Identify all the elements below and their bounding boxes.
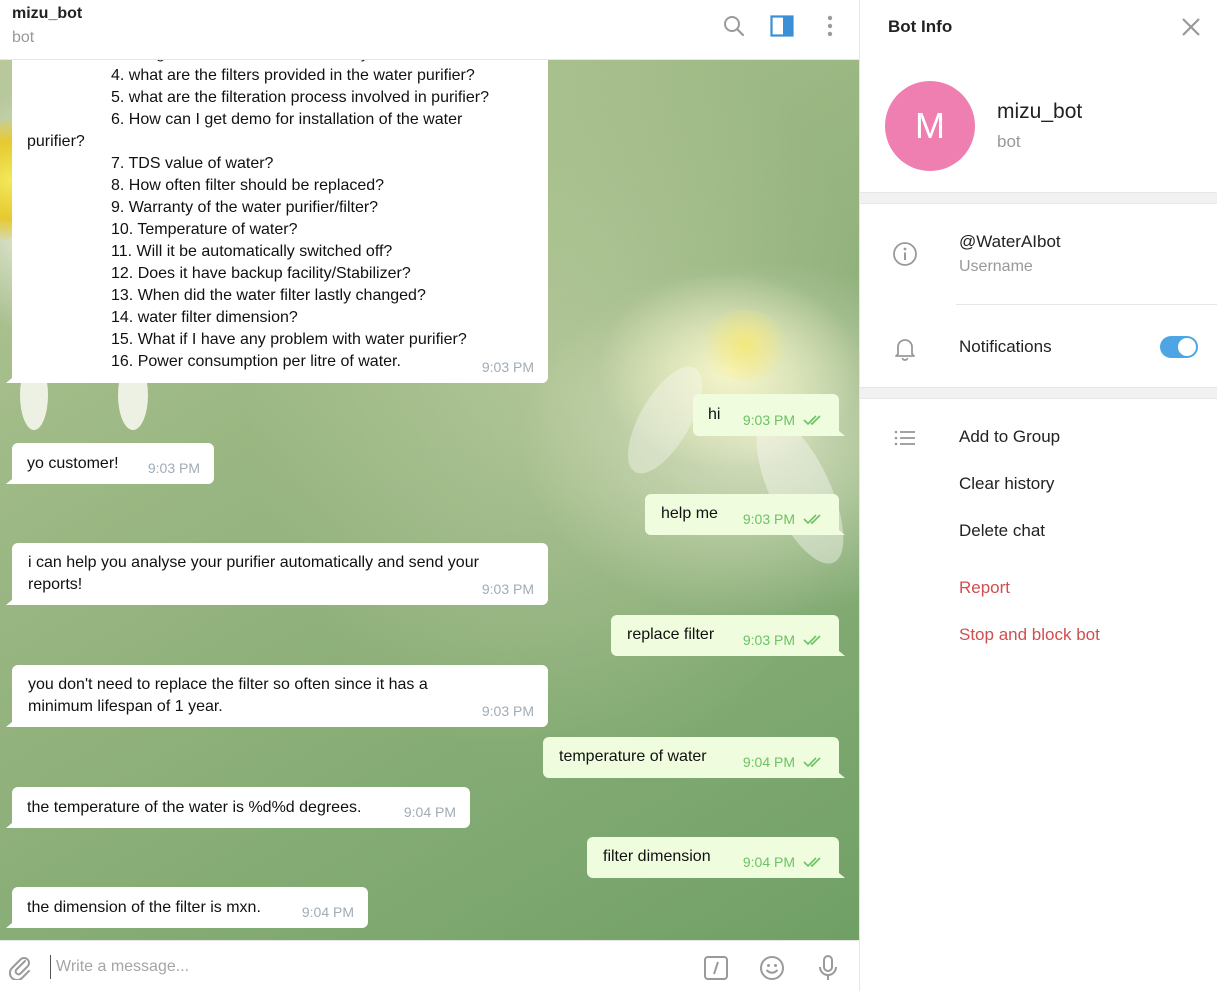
clear-history-button[interactable]: Clear history [959,474,1054,494]
message-time: 9:04 PM [403,804,456,820]
section-divider [860,192,1217,204]
message-time: 9:03 PM [481,359,534,375]
message-bubble-incoming[interactable]: the temperature of the water is %d%d deg… [6,787,470,828]
message-line: 8. How often filter should be replaced? [111,177,385,194]
more-vertical-icon[interactable] [817,13,843,39]
message-text: i can help you analyse your purifier aut… [28,554,479,593]
read-check-icon [803,857,821,868]
list-icon [892,425,918,451]
message-text: yo customer! [27,455,119,472]
chat-header: mizu_bot bot [0,0,859,60]
sidebar-toggle-icon[interactable] [769,13,795,39]
toggle-knob [1178,338,1196,356]
bot-info-panel: Bot Info M mizu_bot bot @WaterAIbot User… [859,0,1217,991]
message-text: you don't need to replace the filter so … [28,676,428,715]
read-check-icon [803,757,821,768]
add-to-group-button[interactable]: Add to Group [959,427,1060,447]
chat-status: bot [12,29,35,46]
message-line: 13. When did the water filter lastly cha… [111,287,426,304]
message-bubble-incoming[interactable]: the dimension of the filter is mxn. 9:04… [6,887,368,928]
paperclip-icon[interactable] [5,952,35,982]
read-check-icon [803,635,821,646]
message-meta: 9:03 PM [743,629,825,651]
message-bubble-incoming[interactable]: yo customer! 9:03 PM [6,443,214,484]
message-line: 10. Temperature of water? [111,221,298,238]
message-bubble-outgoing[interactable]: filter dimension 9:04 PM [587,837,845,878]
message-text: replace filter [627,626,715,643]
message-meta: 9:03 PM [482,578,534,600]
delete-chat-button[interactable]: Delete chat [959,521,1045,541]
message-meta: 9:03 PM [743,409,825,431]
profile-name: mizu_bot [997,100,1083,123]
message-bubble-outgoing[interactable]: temperature of water 9:04 PM [543,737,845,778]
message-meta: 9:04 PM [743,751,825,773]
message-time: 9:03 PM [742,511,795,527]
message-text: hi [708,406,721,423]
message-line: 6. How can I get demo for installation o… [111,111,463,128]
username-value[interactable]: @WaterAIbot [959,232,1061,252]
info-icon [892,241,918,267]
message-meta: 9:04 PM [302,901,354,923]
chat-column: mizu_bot bot 3. Weight of filter/Hardnes… [0,0,859,991]
message-text: filter dimension [603,848,711,865]
report-button[interactable]: Report [959,578,1010,598]
message-line: 14. water filter dimension? [111,309,298,326]
read-check-icon [803,514,821,525]
message-line: 11. Will it be automatically switched of… [111,243,393,260]
read-check-icon [803,415,821,426]
message-line: 5. what are the filteration process invo… [111,89,489,106]
message-meta: 9:03 PM [482,356,534,378]
message-line: 4. what are the filters provided in the … [111,67,475,84]
message-meta: 9:03 PM [482,700,534,722]
chat-title[interactable]: mizu_bot [12,5,82,23]
avatar: M [885,81,975,171]
section-divider [860,387,1217,399]
message-line: 15. What if I have any problem with wate… [111,331,467,348]
message-text: the dimension of the filter is mxn. [27,899,261,916]
close-icon[interactable] [1178,14,1204,40]
message-line: 7. TDS value of water? [111,155,274,172]
message-meta: 9:04 PM [743,851,825,873]
message-input[interactable] [50,955,670,979]
microphone-icon[interactable] [813,953,843,983]
search-icon[interactable] [721,13,747,39]
message-text: temperature of water [559,748,707,765]
username-label: Username [959,258,1033,275]
message-line: 16. Power consumption per litre of water… [111,353,401,370]
emoji-icon[interactable] [757,953,787,983]
message-time: 9:03 PM [147,460,200,476]
divider [956,304,1217,305]
message-time: 9:04 PM [742,754,795,770]
compose-bar [0,940,859,991]
profile-status: bot [997,132,1021,151]
message-text: the temperature of the water is %d%d deg… [27,799,362,816]
message-line: 12. Does it have backup facility/Stabili… [111,265,411,282]
message-line: purifier? [27,133,85,150]
message-meta: 9:03 PM [148,457,200,479]
message-time: 9:03 PM [742,412,795,428]
message-time: 9:03 PM [742,632,795,648]
bot-command-icon[interactable] [701,953,731,983]
stop-and-block-button[interactable]: Stop and block bot [959,625,1100,645]
background-flower [700,310,790,380]
panel-title: Bot Info [888,17,953,36]
bell-icon [892,335,918,361]
message-bubble-outgoing[interactable]: hi 9:03 PM [693,394,845,436]
message-bubble-outgoing[interactable]: help me 9:03 PM [645,494,845,535]
message-text: help me [661,505,718,522]
message-time: 9:04 PM [301,904,354,920]
notifications-label: Notifications [959,337,1052,356]
message-bubble-incoming[interactable]: i can help you analyse your purifier aut… [6,543,548,605]
message-meta: 9:04 PM [404,801,456,823]
message-bubble-outgoing[interactable]: replace filter 9:03 PM [611,615,845,656]
message-bubble-incoming[interactable]: 3. Weight of filter/Hardness/Turbidity? … [6,40,548,383]
message-meta: 9:03 PM [743,508,825,530]
message-line: 9. Warranty of the water purifier/filter… [111,199,379,216]
message-time: 9:04 PM [742,854,795,870]
message-time: 9:03 PM [481,703,534,719]
message-bubble-incoming[interactable]: you don't need to replace the filter so … [6,665,548,727]
notifications-toggle[interactable] [1160,336,1198,358]
message-time: 9:03 PM [481,581,534,597]
